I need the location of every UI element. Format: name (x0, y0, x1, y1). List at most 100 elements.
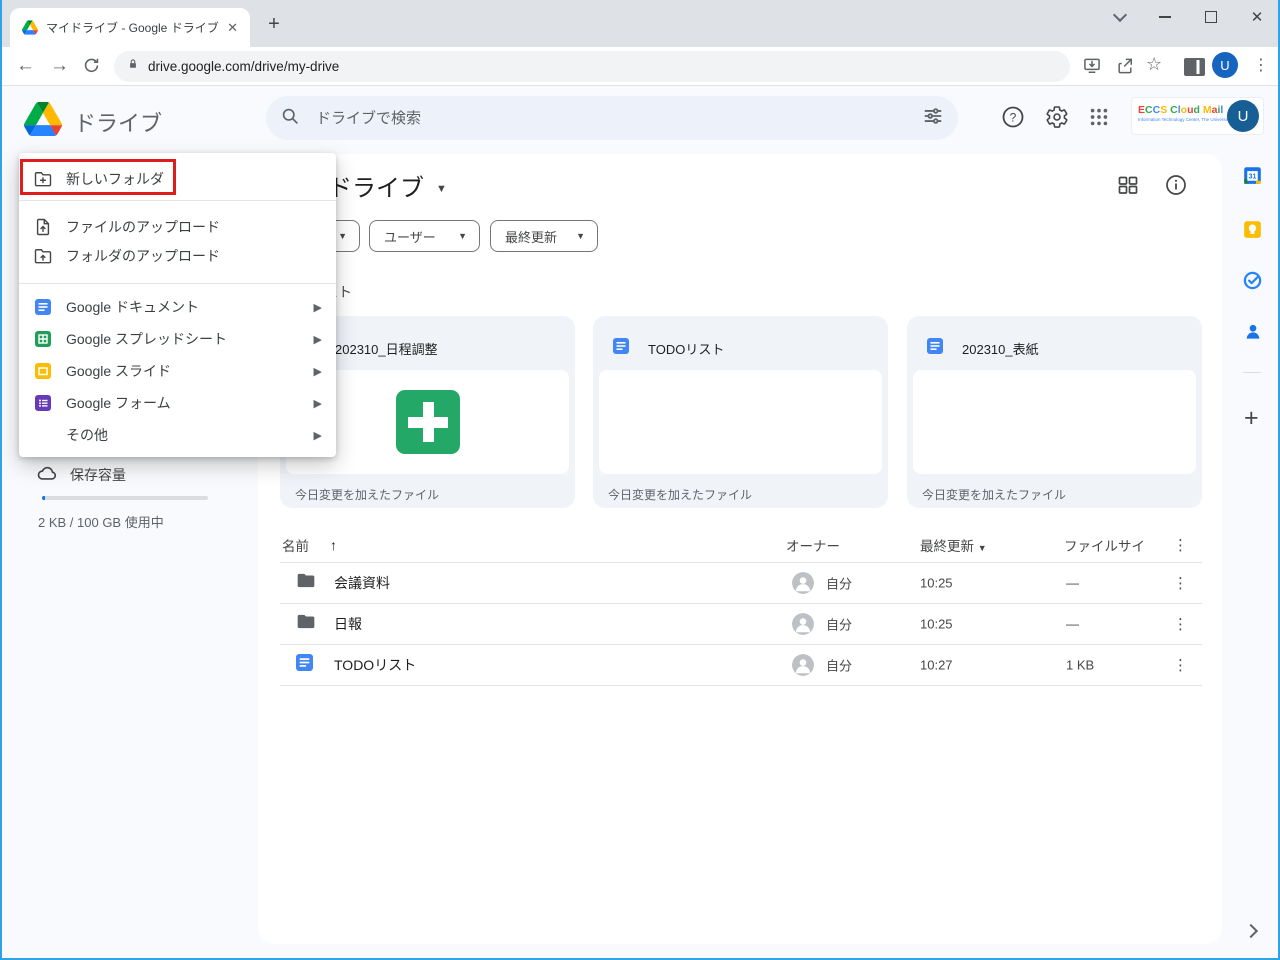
submenu-arrow-icon: ▶ (314, 429, 322, 442)
folder-icon (296, 611, 316, 636)
browser-tab[interactable]: マイドライブ - Google ドライブ ✕ (10, 8, 250, 47)
back-icon[interactable]: ← (16, 56, 35, 75)
menu-item-google-sheets[interactable]: Google スプレッドシート ▶ (19, 323, 336, 355)
submenu-arrow-icon: ▶ (314, 397, 322, 410)
suggestion-card[interactable]: TODOリスト 今日変更を加えたファイル (593, 316, 888, 508)
browser-avatar[interactable]: U (1212, 52, 1238, 78)
file-row[interactable]: 会議資料 自分 10:25 — ⋮ (280, 562, 1202, 604)
docs-icon (613, 338, 629, 359)
drive-logo-icon[interactable] (24, 102, 62, 141)
cloud-storage-icon (36, 462, 58, 489)
eccs-account-badge[interactable]: ECCS Cloud Mail Information Technology C… (1131, 97, 1264, 135)
card-title: 202310_日程調整 (335, 339, 438, 358)
drive-favicon-icon (22, 20, 38, 35)
main-content: マイドライブ ▼ ▼ ユーザー▼ 最終更新▼ サジェスト (258, 154, 1222, 944)
file-owner: 自分 (826, 614, 852, 633)
search-icon[interactable] (280, 106, 300, 131)
file-modified: 10:25 (920, 616, 953, 631)
menu-item-google-docs[interactable]: Google ドキュメント ▶ (19, 291, 336, 323)
card-title: TODOリスト (648, 339, 724, 358)
file-row[interactable]: 日報 自分 10:25 — ⋮ (280, 603, 1202, 645)
file-modified: 10:27 (920, 657, 953, 672)
filter-chip-people[interactable]: ユーザー▼ (369, 220, 480, 252)
forms-icon (32, 392, 54, 414)
docs-icon (32, 296, 54, 318)
new-tab-button[interactable]: + (262, 12, 286, 36)
url-bar[interactable]: drive.google.com/drive/my-drive (114, 51, 1070, 82)
file-name: 日報 (334, 614, 362, 634)
folder-icon (296, 570, 316, 595)
menu-item-google-forms[interactable]: Google フォーム ▶ (19, 387, 336, 419)
file-row[interactable]: TODOリスト 自分 10:27 1 KB ⋮ (280, 644, 1202, 686)
card-title: 202310_表紙 (962, 339, 1039, 358)
file-owner: 自分 (826, 573, 852, 592)
tasks-icon[interactable] (1242, 270, 1263, 296)
card-preview (913, 370, 1196, 474)
menu-item-new-folder[interactable]: 新しいフォルダ (19, 162, 336, 196)
owner-avatar-icon (792, 654, 814, 676)
filter-chip-modified[interactable]: 最終更新▼ (490, 220, 598, 252)
slides-icon (32, 360, 54, 382)
folder-upload-icon (32, 245, 54, 267)
file-name: 会議資料 (334, 573, 390, 593)
row-options-icon[interactable]: ⋮ (1173, 615, 1188, 633)
menu-item-more[interactable]: その他 ▶ (19, 419, 336, 451)
browser-menu-icon[interactable]: ⋮ (1253, 55, 1269, 75)
contacts-icon[interactable] (1243, 322, 1263, 347)
file-size: 1 KB (1066, 657, 1094, 672)
sheets-logo-large (396, 390, 460, 454)
new-folder-icon (32, 168, 54, 190)
search-options-icon[interactable] (922, 105, 944, 132)
row-options-icon[interactable]: ⋮ (1173, 574, 1188, 592)
file-upload-icon (32, 216, 54, 238)
menu-item-folder-upload[interactable]: フォルダのアップロード (19, 240, 336, 272)
tab-search-icon[interactable] (1105, 4, 1135, 30)
owner-avatar-icon (792, 613, 814, 635)
grid-view-toggle-icon[interactable] (1116, 173, 1140, 202)
drive-search-bar[interactable] (266, 96, 958, 140)
tab-strip: マイドライブ - Google ドライブ ✕ + ✕ (0, 0, 1280, 47)
reload-icon[interactable] (82, 56, 101, 80)
maximize-button[interactable] (1196, 4, 1226, 30)
empty-icon-slot (32, 424, 54, 446)
card-footer: 今日変更を加えたファイル (608, 486, 752, 503)
side-panel-icon[interactable] (1184, 58, 1205, 76)
tab-close-icon[interactable]: ✕ (223, 18, 242, 38)
install-icon[interactable] (1082, 56, 1102, 81)
sheets-icon (32, 328, 54, 350)
settings-gear-icon[interactable] (1045, 105, 1069, 129)
window-border-left (0, 0, 2, 960)
help-icon[interactable]: ? (1001, 105, 1025, 129)
menu-item-google-slides[interactable]: Google スライド ▶ (19, 355, 336, 387)
sort-ascending-icon[interactable]: ↑ (330, 537, 337, 553)
apps-grid-icon[interactable] (1088, 106, 1112, 130)
window-close-button[interactable]: ✕ (1242, 4, 1272, 30)
column-options-icon[interactable]: ⋮ (1173, 536, 1188, 554)
drive-avatar[interactable]: U (1227, 100, 1259, 132)
column-size[interactable]: ファイルサイ (1064, 535, 1145, 555)
storage-label[interactable]: 保存容量 (70, 465, 126, 485)
file-modified: 10:25 (920, 575, 953, 590)
suggestion-card[interactable]: 202310_表紙 今日変更を加えたファイル (907, 316, 1202, 508)
storage-usage-text: 2 KB / 100 GB 使用中 (38, 512, 164, 531)
bookmark-star-icon[interactable]: ☆ (1146, 55, 1162, 73)
info-icon[interactable] (1164, 173, 1188, 202)
search-input[interactable] (314, 109, 922, 128)
minimize-button[interactable] (1150, 4, 1180, 30)
chevron-right-icon[interactable] (1244, 924, 1258, 938)
file-name: TODOリスト (334, 655, 416, 675)
add-side-app-icon[interactable]: + (1244, 404, 1259, 433)
keep-icon[interactable] (1242, 219, 1263, 245)
column-owner[interactable]: オーナー (786, 535, 840, 555)
card-preview (599, 370, 882, 474)
menu-item-file-upload[interactable]: ファイルのアップロード (19, 211, 336, 243)
file-size: — (1066, 575, 1079, 590)
tab-title: マイドライブ - Google ドライブ (46, 19, 223, 36)
share-icon[interactable] (1115, 56, 1135, 81)
forward-icon[interactable]: → (50, 56, 69, 75)
submenu-arrow-icon: ▶ (314, 301, 322, 314)
calendar-icon[interactable]: 31 (1242, 165, 1263, 191)
row-options-icon[interactable]: ⋮ (1173, 656, 1188, 674)
column-modified[interactable]: 最終更新 ▼ (920, 535, 987, 555)
column-name[interactable]: 名前 (282, 535, 309, 555)
